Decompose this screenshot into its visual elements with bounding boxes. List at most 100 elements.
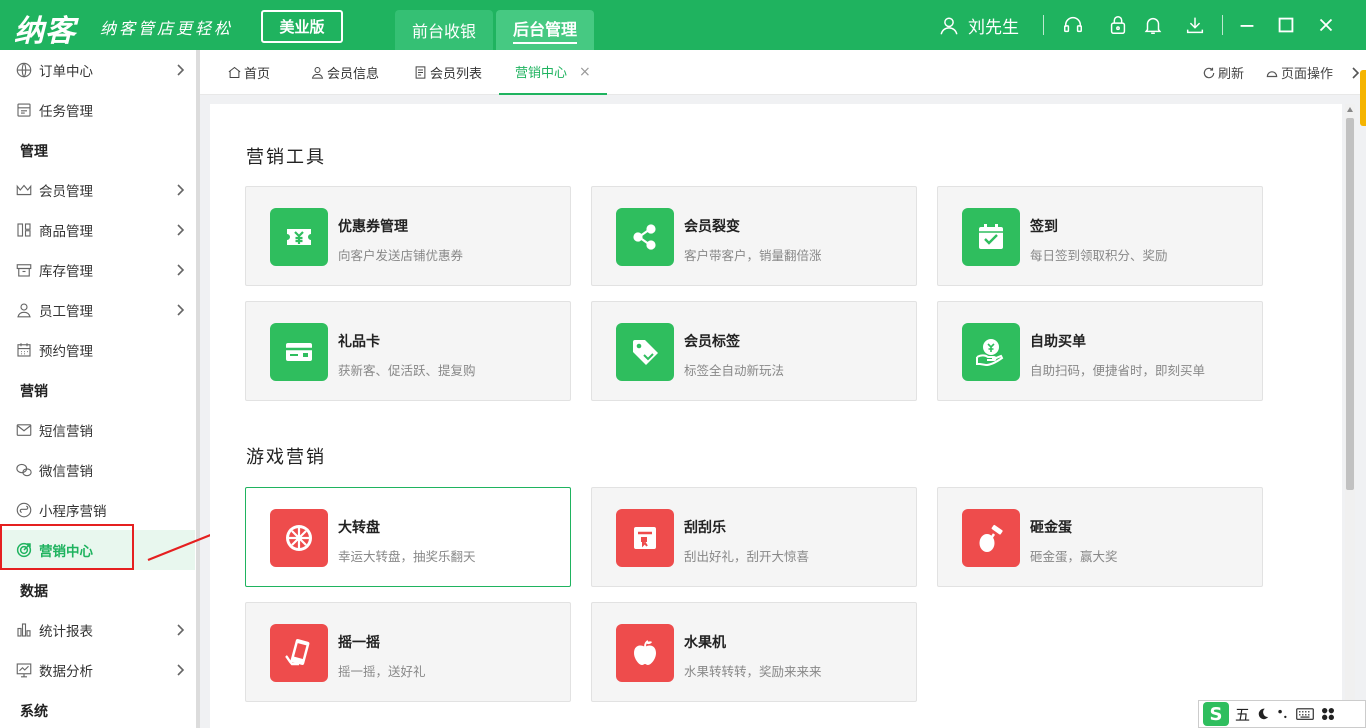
- card-member-fission[interactable]: 会员裂变 客户带客户，销量翻倍涨: [591, 186, 917, 286]
- sidebar-item-orders[interactable]: 订单中心: [0, 50, 195, 90]
- sidebar-item-inventory[interactable]: 库存管理: [0, 250, 195, 290]
- edition-badge[interactable]: 美业版: [261, 10, 343, 43]
- sidebar-item-label: 订单中心: [39, 64, 93, 80]
- card-checkin[interactable]: 签到 每日签到领取积分、奖励: [937, 186, 1263, 286]
- inventory-icon: [14, 260, 34, 280]
- tab-member-info[interactable]: 会员信息: [310, 50, 379, 95]
- refresh-button[interactable]: 刷新: [1202, 50, 1244, 95]
- sidebar-item-label: 数据分析: [39, 664, 93, 680]
- sidebar-item-label: 库存管理: [39, 264, 93, 280]
- chevron-right-icon: [177, 664, 185, 676]
- tab-member-list[interactable]: 会员列表: [413, 50, 482, 95]
- sidebar-item-appointments[interactable]: 预约管理: [0, 330, 195, 370]
- chevron-right-icon: [177, 264, 185, 276]
- card-title: 礼品卡: [338, 334, 380, 350]
- card-title: 大转盘: [338, 520, 380, 536]
- card-golden-egg[interactable]: 砸金蛋 砸金蛋，赢大奖: [937, 487, 1263, 587]
- ime-mode[interactable]: 五: [1235, 704, 1250, 725]
- minimize-icon[interactable]: [1236, 14, 1258, 36]
- content-scrollbar[interactable]: [1345, 104, 1355, 728]
- sidebar-item-reports[interactable]: 统计报表: [0, 610, 195, 650]
- card-scratch-card[interactable]: 刮刮乐 刮出好礼，刮开大惊喜: [591, 487, 917, 587]
- punctuation-icon[interactable]: [1276, 707, 1290, 721]
- sidebar: 订单中心 任务管理 管理 会员管理 商品管理 库存管理 员工管理 预约管理 营销…: [0, 50, 200, 728]
- task-icon: [14, 100, 34, 120]
- tab-marketing-center[interactable]: 营销中心 ×: [499, 50, 607, 95]
- sidebar-section-title: 营销: [20, 384, 48, 400]
- card-lucky-wheel[interactable]: 大转盘 幸运大转盘，抽奖乐翻天: [245, 487, 571, 587]
- sidebar-item-staff[interactable]: 员工管理: [0, 290, 195, 330]
- card-desc: 幸运大转盘，抽奖乐翻天: [338, 549, 476, 564]
- sidebar-section-title: 数据: [20, 584, 48, 600]
- card-title: 砸金蛋: [1030, 520, 1072, 536]
- sidebar-item-label: 短信营销: [39, 424, 93, 440]
- chevron-right-icon[interactable]: [1350, 66, 1360, 80]
- chevron-right-icon: [177, 64, 185, 76]
- sidebar-item-data-analysis[interactable]: 数据分析: [0, 650, 195, 690]
- bell-icon[interactable]: [1142, 14, 1164, 36]
- wheel-icon: [270, 509, 328, 567]
- scroll-up-icon[interactable]: [1347, 107, 1353, 112]
- tab-label: 首页: [244, 67, 271, 82]
- chevron-right-icon: [177, 224, 185, 236]
- gift-card-icon: [270, 323, 328, 381]
- keyboard-icon[interactable]: [1296, 707, 1314, 721]
- checkin-icon: [962, 208, 1020, 266]
- card-title: 水果机: [684, 635, 726, 651]
- mail-icon: [14, 420, 34, 440]
- sidebar-item-wechat-marketing[interactable]: 微信营销: [0, 450, 195, 490]
- tab-label: 会员列表: [430, 67, 483, 82]
- app-logo[interactable]: 纳客: [14, 6, 76, 50]
- card-member-tag[interactable]: 会员标签 标签全自动新玩法: [591, 301, 917, 401]
- sidebar-section-title: 系统: [20, 704, 48, 720]
- card-desc: 标签全自动新玩法: [684, 363, 785, 378]
- sidebar-item-label: 小程序营销: [39, 504, 107, 520]
- close-icon[interactable]: [1315, 14, 1337, 36]
- side-tab-handle[interactable]: [1360, 70, 1366, 126]
- skin-icon[interactable]: [1320, 706, 1336, 722]
- ime-toolbar[interactable]: S 五: [1198, 700, 1366, 728]
- page-ops-icon: [1266, 70, 1278, 77]
- top-tab-cashier[interactable]: 前台收银: [395, 10, 493, 50]
- sidebar-item-label: 预约管理: [39, 344, 93, 360]
- card-gift-card[interactable]: 礼品卡 获新客、促活跃、提复购: [245, 301, 571, 401]
- analysis-icon: [14, 660, 34, 680]
- miniprogram-icon: [14, 500, 34, 520]
- scroll-thumb[interactable]: [1346, 118, 1354, 490]
- top-tab-admin[interactable]: 后台管理: [496, 10, 594, 50]
- sidebar-item-label: 员工管理: [39, 304, 93, 320]
- moon-icon[interactable]: [1256, 707, 1270, 721]
- lock-icon[interactable]: [1107, 14, 1129, 36]
- card-desc: 水果转转转，奖励来来来: [684, 664, 822, 679]
- sidebar-section-title: 管理: [20, 144, 48, 160]
- card-title: 摇一摇: [338, 635, 380, 651]
- headset-icon[interactable]: [1062, 14, 1084, 36]
- shake-icon: [270, 624, 328, 682]
- sidebar-item-tasks[interactable]: 任务管理: [0, 90, 195, 130]
- chevron-right-icon: [177, 304, 185, 316]
- crown-icon: [14, 180, 34, 200]
- card-fruit-machine[interactable]: 水果机 水果转转转，奖励来来来: [591, 602, 917, 702]
- sidebar-scrollbar[interactable]: [196, 50, 200, 728]
- ime-logo-icon[interactable]: S: [1203, 702, 1229, 726]
- fruit-machine-icon: [616, 624, 674, 682]
- page-ops-button[interactable]: 页面操作: [1265, 50, 1333, 95]
- user-icon: [311, 67, 324, 79]
- user-menu[interactable]: 刘先生: [938, 13, 1019, 38]
- maximize-icon[interactable]: [1275, 14, 1297, 36]
- tab-home[interactable]: 首页: [227, 50, 270, 95]
- sidebar-item-label: 微信营销: [39, 464, 93, 480]
- sidebar-item-sms-marketing[interactable]: 短信营销: [0, 410, 195, 450]
- card-shake[interactable]: 摇一摇 摇一摇，送好礼: [245, 602, 571, 702]
- card-title: 会员标签: [684, 334, 740, 350]
- sidebar-item-goods[interactable]: 商品管理: [0, 210, 195, 250]
- tab-label: 营销中心: [515, 66, 568, 81]
- download-icon[interactable]: [1184, 14, 1206, 36]
- tab-close-icon[interactable]: ×: [579, 64, 591, 80]
- card-coupon[interactable]: 优惠券管理 向客户发送店铺优惠券: [245, 186, 571, 286]
- sidebar-item-members[interactable]: 会员管理: [0, 170, 195, 210]
- section-title-game-marketing: 游戏营销: [246, 447, 326, 468]
- card-self-pay[interactable]: 自助买单 自助扫码，便捷省时，即刻买单: [937, 301, 1263, 401]
- divider: [1222, 15, 1223, 35]
- self-pay-icon: [962, 323, 1020, 381]
